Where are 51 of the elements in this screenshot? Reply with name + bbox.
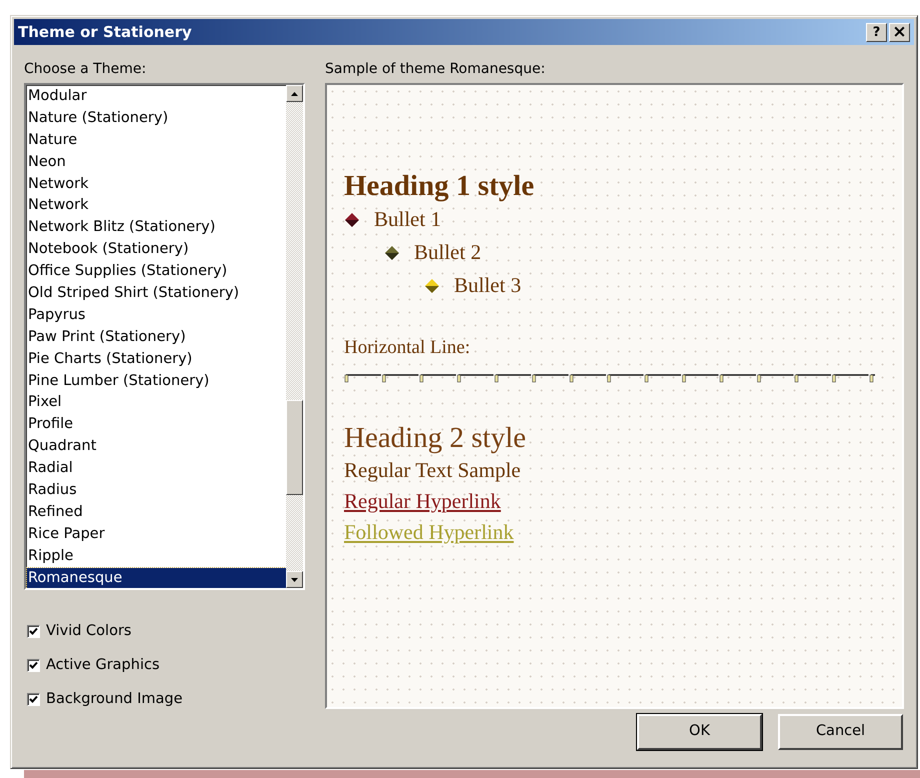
close-button[interactable]: × bbox=[889, 22, 910, 42]
bullet-text: Bullet 2 bbox=[414, 238, 482, 266]
theme-item[interactable]: Radial bbox=[27, 458, 286, 480]
heading-one: Heading 1 style bbox=[344, 169, 536, 203]
checkbox[interactable] bbox=[27, 692, 40, 706]
theme-item[interactable]: Ripple bbox=[27, 546, 286, 568]
theme-item[interactable]: Radius bbox=[27, 480, 286, 502]
theme-item[interactable]: Romanesque bbox=[27, 568, 286, 588]
help-button[interactable]: ? bbox=[866, 22, 887, 42]
theme-item[interactable]: Network bbox=[27, 195, 286, 218]
theme-item[interactable]: Nature (Stationery) bbox=[27, 108, 286, 130]
theme-item[interactable]: Rice Paper bbox=[27, 524, 286, 546]
theme-item[interactable]: Nature bbox=[27, 130, 286, 152]
list-label: Choose a Theme: bbox=[24, 60, 148, 79]
dialog-button[interactable]: OK bbox=[637, 714, 762, 750]
theme-item[interactable]: Papyrus bbox=[27, 304, 286, 327]
regular-text: Regular Text Sample bbox=[344, 456, 522, 484]
checkbox-label: Background Image bbox=[46, 690, 183, 708]
theme-item[interactable]: Pine Lumber (Stationery) bbox=[27, 370, 286, 392]
theme-item[interactable]: Notebook (Stationery) bbox=[27, 239, 286, 262]
theme-item[interactable]: Office Supplies (Stationery) bbox=[27, 261, 286, 284]
theme-list[interactable] bbox=[24, 83, 305, 590]
hyperlink[interactable]: Regular Hyperlink bbox=[344, 486, 501, 516]
bullet-text: Bullet 1 bbox=[374, 206, 442, 233]
checkbox-label: Active Graphics bbox=[46, 656, 160, 675]
checkbox[interactable] bbox=[27, 625, 40, 638]
theme-item[interactable]: Modular bbox=[27, 86, 286, 108]
dialog-button[interactable]: Cancel bbox=[778, 714, 903, 750]
checkbox[interactable] bbox=[27, 659, 40, 672]
theme-item[interactable]: Pie Charts (Stationery) bbox=[27, 348, 286, 371]
bullet-text: Bullet 3 bbox=[454, 272, 522, 299]
scroll-thumb[interactable] bbox=[286, 400, 303, 495]
theme-item[interactable]: Profile bbox=[27, 414, 286, 436]
theme-item[interactable]: Pixel bbox=[27, 392, 286, 414]
line-label: Horizontal Line: bbox=[344, 336, 472, 360]
heading-two: Heading 2 style bbox=[344, 420, 528, 454]
theme-item[interactable]: Neon bbox=[27, 152, 286, 174]
scrollbar[interactable] bbox=[286, 85, 303, 588]
theme-item[interactable]: Refined bbox=[27, 502, 286, 524]
scroll-down-button[interactable] bbox=[286, 571, 303, 588]
down-arrow-icon bbox=[291, 578, 298, 582]
scroll-up-button[interactable] bbox=[286, 85, 303, 102]
theme-item[interactable]: Network bbox=[27, 174, 286, 196]
theme-item[interactable]: Network Blitz (Stationery) bbox=[27, 217, 286, 240]
checkbox-label: Vivid Colors bbox=[46, 622, 132, 641]
theme-item[interactable]: Old Striped Shirt (Stationery) bbox=[27, 283, 286, 305]
theme-item[interactable]: Paw Print (Stationery) bbox=[27, 326, 286, 349]
up-arrow-icon bbox=[291, 92, 298, 96]
theme-item[interactable]: Quadrant bbox=[27, 436, 286, 458]
window-title: Theme or Stationery bbox=[18, 22, 192, 43]
sample-label: Sample of theme Romanesque: bbox=[325, 60, 546, 79]
